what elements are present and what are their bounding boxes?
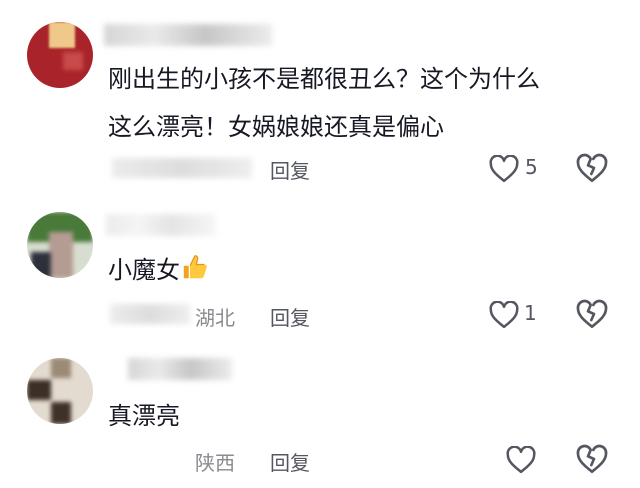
heart-outline-icon[interactable] [489,155,519,183]
reply-button[interactable]: 回复 [270,447,310,476]
comment-1: 刚出生的小孩不是都很丑么？这个为什么 这么漂亮！女娲娘娘还真是偏心 回复 5 [0,0,640,190]
avatar[interactable] [27,212,93,278]
avatar[interactable] [27,358,93,424]
avatar[interactable] [27,22,93,88]
comment-text: 小魔女 [108,243,210,297]
comment-text-line-2: 这么漂亮！女娲娘娘还真是偏心 [108,113,444,141]
like-count: 1 [524,301,537,325]
like-count: 5 [525,155,538,179]
username-blurred[interactable] [128,358,232,380]
comment-3: 真漂亮 陕西 回复 [0,340,640,488]
location-label: 湖北 [195,306,235,330]
location-label: 陕西 [195,451,235,475]
timestamp-blurred [110,304,190,324]
broken-heart-icon[interactable] [576,299,608,329]
reply-button[interactable]: 回复 [270,302,310,331]
comment-text: 真漂亮 [108,402,180,430]
username-blurred[interactable] [106,214,216,236]
comment-2: 小魔女 湖北 回复 1 [0,190,640,340]
username-blurred[interactable] [104,24,272,46]
thumbs-up-emoji [183,255,207,279]
comment-text-line-1: 刚出生的小孩不是都很丑么？这个为什么 [108,65,540,93]
reply-button[interactable]: 回复 [270,155,310,184]
timestamp-blurred [112,158,252,178]
broken-heart-icon[interactable] [576,444,608,474]
heart-outline-icon[interactable] [506,446,536,474]
broken-heart-icon[interactable] [576,153,608,183]
heart-outline-icon[interactable] [489,301,519,329]
